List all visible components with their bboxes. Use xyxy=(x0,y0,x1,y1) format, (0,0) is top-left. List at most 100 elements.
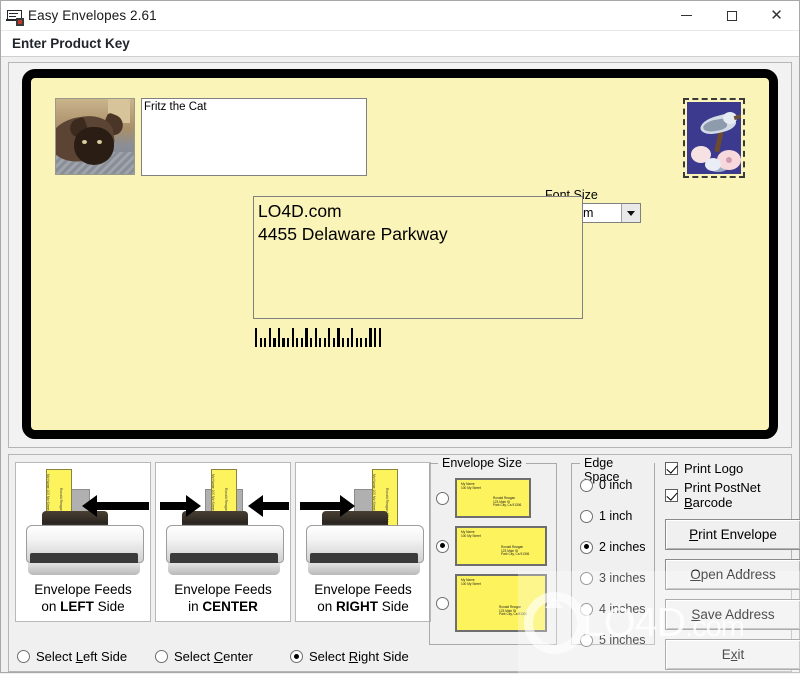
printer-illustration-right: My Name 100 My Street Ronald Reagan 123 … xyxy=(296,463,430,575)
barcode-bar xyxy=(264,338,266,347)
edge-space-label: 3 inches xyxy=(599,571,646,585)
print-envelope-button[interactable]: Print Envelope xyxy=(665,519,800,550)
envelope-size-thumb-medium: My Name 100 My Street Ronald Reagan 123 … xyxy=(455,526,547,566)
radio-icon xyxy=(580,541,593,554)
envelope-preview-pane: Fritz the Cat Font Size Medium xyxy=(8,62,792,448)
barcode-bar xyxy=(255,328,257,347)
application-window: Easy Envelopes 2.61 ✕ Enter Product Key … xyxy=(0,0,800,673)
barcode-bar xyxy=(305,328,307,347)
checkbox-print-postnet-barcode[interactable]: Print PostNet Barcode xyxy=(665,480,800,510)
barcode-bar xyxy=(369,328,371,347)
radio-icon xyxy=(580,479,593,492)
edge-space-option-5[interactable]: 5 inches xyxy=(580,633,646,647)
envelope-canvas: Fritz the Cat Font Size Medium xyxy=(22,69,778,439)
arrow-right-icon xyxy=(300,501,355,511)
barcode-bar xyxy=(342,338,344,347)
arrow-left-icon xyxy=(248,501,289,511)
button-label: Open Address xyxy=(690,567,776,582)
feed-caption-right: Envelope Feeds on RIGHT Side xyxy=(296,581,430,615)
barcode-bar xyxy=(360,338,362,347)
envelope-size-option-small[interactable]: My Name 100 My Street Ronald Reagan 123 … xyxy=(436,478,531,518)
button-label: Print Envelope xyxy=(689,527,777,542)
envelope-size-option-large[interactable]: My Name 100 My Street Ronald Reagan 123 … xyxy=(436,574,547,632)
radio-icon xyxy=(580,572,593,585)
envelope-size-thumb-small: My Name 100 My Street Ronald Reagan 123 … xyxy=(455,478,531,518)
exit-button[interactable]: Exit xyxy=(665,639,800,670)
barcode-bar xyxy=(278,328,280,347)
barcode-bar xyxy=(287,338,289,347)
barcode-bar xyxy=(365,338,367,347)
radio-icon xyxy=(17,650,30,663)
printer-env-return-center: My Name 100 My Street xyxy=(211,474,215,511)
window-title: Easy Envelopes 2.61 xyxy=(28,8,157,23)
printer-illustration-left: My Name 100 My Street Ronald Reagan 123 … xyxy=(16,463,150,575)
envelope-size-title: Envelope Size xyxy=(438,456,526,470)
barcode-bar xyxy=(315,328,317,347)
printer-illustration-center: My Name 100 My Street Ronald Reagan 123 … xyxy=(156,463,290,575)
bird-stamp-icon[interactable] xyxy=(683,98,745,178)
edge-space-option-2[interactable]: 2 inches xyxy=(580,540,646,554)
radio-select-right-side[interactable]: Select Right Side xyxy=(290,649,409,664)
radio-label: Select Center xyxy=(174,649,253,664)
barcode-bar xyxy=(356,338,358,347)
maximize-button[interactable] xyxy=(709,1,754,30)
close-button[interactable]: ✕ xyxy=(754,1,799,30)
maximize-icon xyxy=(727,11,737,21)
radio-select-center[interactable]: Select Center xyxy=(155,649,253,664)
barcode-bar xyxy=(296,338,298,347)
feed-option-left[interactable]: My Name 100 My Street Ronald Reagan 123 … xyxy=(15,462,151,622)
envelope-size-group: Envelope Size My Name 100 My Street Rona… xyxy=(429,463,557,645)
barcode-bar xyxy=(260,338,262,347)
barcode-bar xyxy=(319,338,321,347)
window-controls: ✕ xyxy=(664,1,799,30)
radio-icon xyxy=(436,540,449,553)
close-icon: ✕ xyxy=(770,8,783,23)
feed-caption-center: Envelope Feeds in CENTER xyxy=(156,581,290,615)
radio-icon xyxy=(580,634,593,647)
edge-space-group: Edge Space 0 inch 1 inch 2 inches 3 inch… xyxy=(571,463,655,645)
feed-option-center[interactable]: My Name 100 My Street Ronald Reagan 123 … xyxy=(155,462,291,622)
minimize-button[interactable] xyxy=(664,1,709,30)
barcode-bar xyxy=(328,328,330,347)
chevron-down-icon[interactable] xyxy=(621,204,640,222)
save-address-button[interactable]: Save Address xyxy=(665,599,800,630)
barcode-bar xyxy=(347,338,349,347)
edge-space-label: 0 inch xyxy=(599,478,632,492)
return-address-input[interactable]: Fritz the Cat xyxy=(141,98,367,176)
barcode-bar xyxy=(351,328,353,347)
feed-option-right[interactable]: My Name 100 My Street Ronald Reagan 123 … xyxy=(295,462,431,622)
menu-bar: Enter Product Key xyxy=(1,31,799,57)
edge-space-option-3[interactable]: 3 inches xyxy=(580,571,646,585)
checkbox-print-logo[interactable]: Print Logo xyxy=(665,461,800,476)
arrow-left-icon xyxy=(82,501,149,511)
radio-icon xyxy=(155,650,168,663)
cat-photo-logo-icon[interactable] xyxy=(55,98,135,175)
envelope-size-thumb-large: My Name 100 My Street Ronald Reagan 123 … xyxy=(455,574,547,632)
checkbox-icon xyxy=(665,489,678,502)
destination-address-input[interactable]: LO4D.com 4455 Delaware Parkway xyxy=(253,196,583,319)
barcode-bar xyxy=(282,338,284,347)
radio-label: Select Right Side xyxy=(309,649,409,664)
open-address-button[interactable]: Open Address xyxy=(665,559,800,590)
radio-select-left-side[interactable]: Select Left Side xyxy=(17,649,127,664)
title-bar: Easy Envelopes 2.61 ✕ xyxy=(1,1,799,31)
edge-space-option-1[interactable]: 1 inch xyxy=(580,509,632,523)
printer-env-return-left: My Name 100 My Street xyxy=(46,474,50,511)
barcode-bar xyxy=(333,338,335,347)
button-label: Exit xyxy=(722,647,745,662)
barcode-bar xyxy=(269,328,271,347)
checkbox-icon xyxy=(665,462,678,475)
radio-icon xyxy=(290,650,303,663)
menu-item-enter-product-key[interactable]: Enter Product Key xyxy=(5,34,137,53)
barcode-bar xyxy=(310,338,312,347)
edge-space-label: 1 inch xyxy=(599,509,632,523)
edge-space-option-0[interactable]: 0 inch xyxy=(580,478,632,492)
edge-space-label: 2 inches xyxy=(599,540,646,554)
barcode-bar xyxy=(379,328,381,347)
edge-space-option-4[interactable]: 4 inches xyxy=(580,602,646,616)
controls-panel: My Name 100 My Street Ronald Reagan 123 … xyxy=(8,454,792,672)
postnet-barcode xyxy=(255,327,381,347)
barcode-bar xyxy=(292,328,294,347)
envelope-size-option-medium[interactable]: My Name 100 My Street Ronald Reagan 123 … xyxy=(436,526,547,566)
edge-space-label: 5 inches xyxy=(599,633,646,647)
